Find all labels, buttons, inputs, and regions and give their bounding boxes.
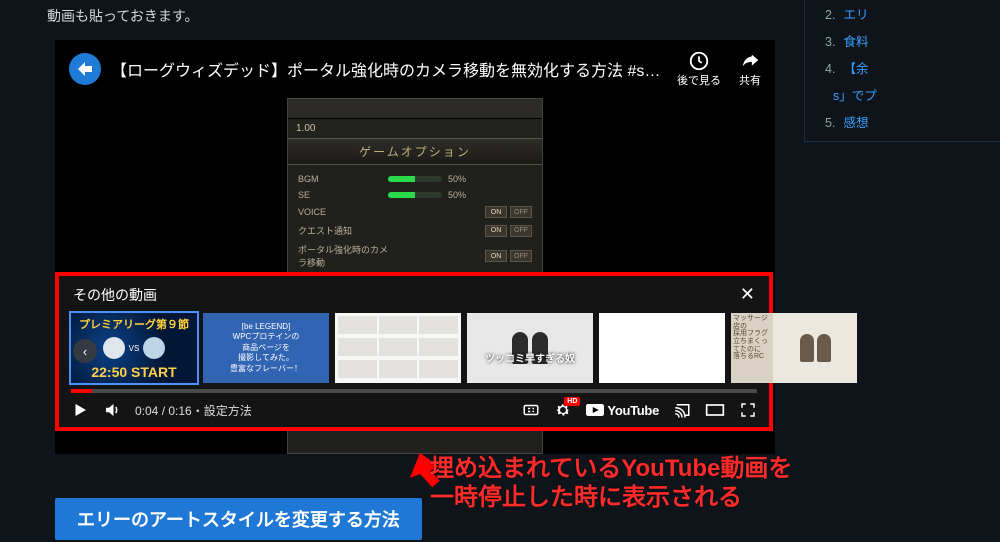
bgm-slider[interactable]	[388, 176, 442, 182]
video-thumb[interactable]	[599, 313, 725, 383]
captions-icon[interactable]	[522, 401, 540, 419]
voice-on-toggle[interactable]: ON	[485, 206, 507, 218]
quest-row: クエスト通知 ON OFF	[298, 221, 532, 240]
voice-off-toggle[interactable]: OFF	[510, 206, 532, 218]
bgm-row: BGM 50%	[298, 171, 532, 187]
more-videos-overlay: その他の動画 ✕ ‹ プレミアリーグ第９節 VS 22:50 START [be…	[55, 272, 773, 431]
prev-button[interactable]: ‹	[73, 339, 97, 363]
time-display: 0:04 / 0:16・設定方法	[135, 402, 252, 419]
youtube-logo[interactable]: YouTube	[586, 403, 659, 418]
video-thumb[interactable]: マッサージ店の 採用フラグ 立ちまくってたのに 落ちるRC	[731, 313, 857, 383]
video-thumb[interactable]: ツッコミ早すぎる奴	[467, 313, 593, 383]
intro-text: 動画も貼っておきます。	[47, 6, 995, 26]
se-slider[interactable]	[388, 192, 442, 198]
theater-icon[interactable]	[705, 403, 725, 417]
portal-row: ポータル強化時のカメラ移動 ON OFF	[298, 240, 532, 272]
channel-icon[interactable]	[69, 53, 101, 85]
voice-row: VOICE ON OFF	[298, 203, 532, 221]
quest-on-toggle[interactable]: ON	[485, 225, 507, 237]
video-thumb[interactable]	[335, 313, 461, 383]
video-topbar: 【ローグウィズデッド】ポータル強化時のカメラ移動を無効化する方法 #sho...…	[55, 40, 775, 98]
fullscreen-icon[interactable]	[739, 401, 757, 419]
play-icon[interactable]	[71, 401, 89, 419]
portal-on-toggle[interactable]: ON	[485, 250, 507, 262]
close-icon[interactable]: ✕	[740, 284, 755, 305]
quest-off-toggle[interactable]: OFF	[510, 225, 532, 237]
player-controls: 0:04 / 0:16・設定方法 HD YouTube	[59, 393, 769, 427]
watch-later-button[interactable]: 後で見る	[677, 50, 721, 88]
settings-icon[interactable]: HD	[554, 401, 572, 419]
cast-icon[interactable]	[673, 401, 691, 419]
video-title[interactable]: 【ローグウィズデッド】ポータル強化時のカメラ移動を無効化する方法 #sho...	[111, 57, 667, 81]
share-button[interactable]: 共有	[739, 50, 761, 88]
thumbnails-row: ‹ プレミアリーグ第９節 VS 22:50 START [be LEGEND] …	[59, 313, 769, 387]
progress-bar[interactable]	[71, 389, 757, 393]
game-options-title: ゲームオプション	[288, 138, 542, 165]
portal-off-toggle[interactable]: OFF	[510, 250, 532, 262]
more-videos-title: その他の動画	[73, 285, 157, 305]
se-row: SE 50%	[298, 187, 532, 203]
video-thumb[interactable]: [be LEGEND] WPCプロテインの 商品ページを 撮影してみた。 豊富な…	[203, 313, 329, 383]
annotation-text: 埋め込まれているYouTube動画を 一時停止した時に表示される	[430, 454, 792, 513]
section-heading-button[interactable]: エリーのアートスタイルを変更する方法	[55, 498, 422, 540]
volume-icon[interactable]	[103, 401, 121, 419]
